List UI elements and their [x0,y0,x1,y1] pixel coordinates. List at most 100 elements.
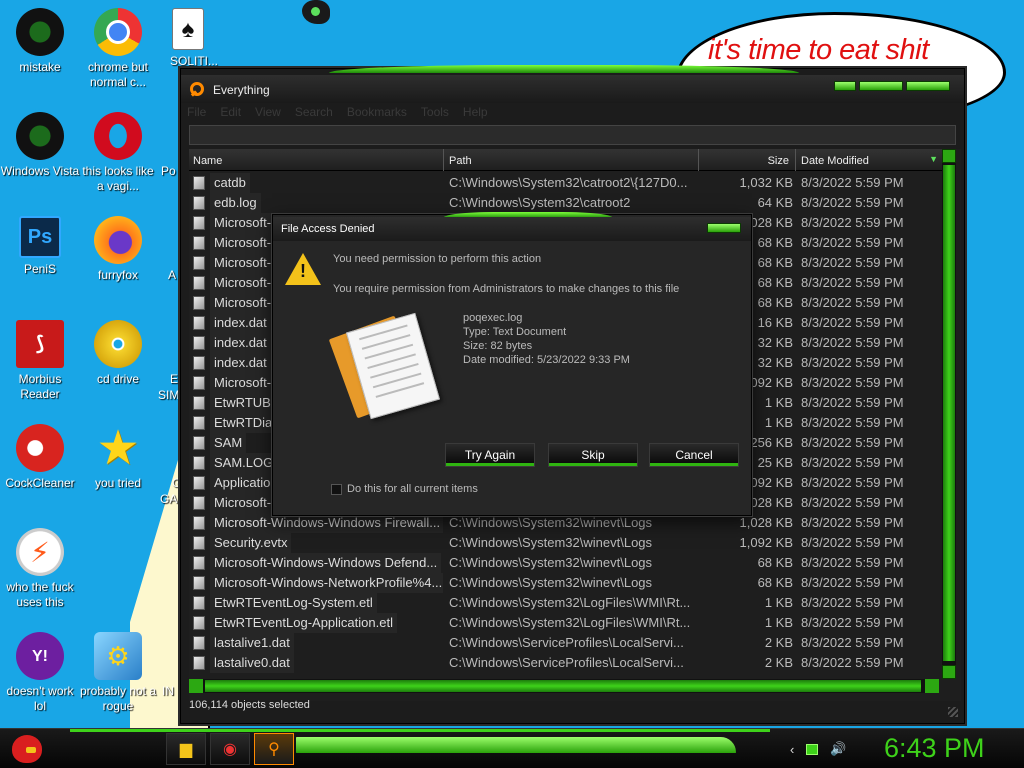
start-button[interactable] [8,731,48,767]
dialog-close-button[interactable] [707,223,741,233]
resize-grip-icon[interactable] [948,707,958,717]
chrome-icon: ◉ [223,741,237,758]
desktop-label-peek[interactable]: SIM [158,388,179,402]
file-icon [193,416,205,430]
menu-view[interactable]: View [255,105,281,121]
menu-search[interactable]: Search [295,105,333,121]
minimize-button[interactable] [834,81,856,91]
desktop-icon-label: furryfox [97,268,138,282]
maximize-button[interactable] [859,81,903,91]
volume-icon[interactable]: 🔊 [830,741,846,757]
table-row[interactable]: EtwRTEventLog-Application.etl C:\Windows\… [189,613,944,633]
table-row[interactable]: edb.log C:\Windows\System32\catroot2 64 KB… [189,193,944,213]
desktop-icon-flash[interactable]: ⚡ who the fuck uses this [0,528,80,610]
vertical-scroll-thumb[interactable] [943,165,955,661]
menu-bookmarks[interactable]: Bookmarks [347,105,407,121]
row-date: 8/3/2022 5:59 PM [801,315,904,330]
checkbox-box[interactable] [331,483,342,495]
taskbar-explorer[interactable]: ▆ [166,733,206,765]
scroll-left-button[interactable] [189,679,203,693]
desktop-icon-label: mistake [19,60,61,74]
row-size: 2 KB [764,635,793,650]
desktop-icon-morbius[interactable]: ⟆ Morbius Reader [0,320,80,402]
desktop-icon-penis[interactable]: Ps PeniS [0,216,80,277]
row-size: 1 KB [764,595,793,610]
desktop-icon-you-tried[interactable]: ★ you tried [78,424,158,491]
search-input[interactable] [189,125,956,145]
desktop-label-peek[interactable]: Po [161,164,176,178]
desktop-label-peek[interactable]: GA [160,492,177,506]
table-row[interactable]: lastalive1.dat C:\Windows\ServiceProfiles… [189,633,944,653]
row-name: index.dat [210,353,271,373]
file-icon [193,536,205,550]
scroll-up-button[interactable] [942,149,956,163]
table-row[interactable]: lastalive0.dat C:\Windows\ServiceProfiles… [189,653,944,673]
desktop-icon-solitaire[interactable]: ♠ SOLITI... [160,8,220,69]
desktop-label-peek[interactable]: E [170,372,178,386]
window-titlebar[interactable]: Everything [181,75,964,103]
menu-file[interactable]: File [187,105,206,121]
table-row[interactable]: catdb C:\Windows\System32\catroot2\{127D0… [189,173,944,193]
desktop-icon-chrome[interactable]: chrome but normal c... [78,8,158,90]
dialog-titlebar[interactable]: File Access Denied [273,217,751,241]
desktop-icon-cockcleaner[interactable]: CockCleaner [0,424,80,491]
desktop-icon-rogue[interactable]: ⚙ probably not a rogue [78,632,158,714]
taskbar-chrome[interactable]: ◉ [210,733,250,765]
table-row[interactable]: Microsoft-Windows-Windows Defend... C:\Wi… [189,553,944,573]
skip-button[interactable]: Skip [548,443,638,467]
network-icon[interactable] [806,743,819,755]
desktop-label-peek[interactable]: IN [162,684,174,698]
try-again-button[interactable]: Try Again [445,443,535,467]
row-name-cell: catdb [193,173,443,193]
column-header-path[interactable]: Path [445,149,699,171]
row-name: EtwRTDia [210,413,277,433]
column-header-name[interactable]: Name [189,149,444,171]
status-bar-text: 106,114 objects selected [189,699,310,711]
row-date: 8/3/2022 5:59 PM [801,615,904,630]
row-name: Microsoft-Windows-Windows Firewall... [210,513,443,533]
desktop-icon-furryfox[interactable]: furryfox [78,216,158,283]
row-path: C:\Windows\System32\winevt\Logs [449,555,653,570]
row-size: 68 KB [757,575,793,590]
taskbar-clock[interactable]: 6:43 PM [884,733,985,764]
close-button[interactable] [906,81,950,91]
row-name: Application [210,473,282,493]
table-row[interactable]: Microsoft-Windows-NetworkProfile%4... C:\… [189,573,944,593]
row-date: 8/3/2022 5:59 PM [801,175,904,190]
taskbar-everything[interactable]: ⚲ [254,733,294,765]
menu-tools[interactable]: Tools [421,105,449,121]
apply-all-checkbox[interactable]: Do this for all current items [331,483,478,495]
tray-chevron-icon[interactable]: ‹ [790,742,794,757]
cancel-button[interactable]: Cancel [649,443,739,467]
file-icon [193,356,205,370]
desktop-icon-opera[interactable]: this looks like a vagi... [78,112,158,194]
row-size: 1,028 KB [739,515,794,530]
row-date: 8/3/2022 5:59 PM [801,495,904,510]
menu-help[interactable]: Help [463,105,488,121]
scroll-right-button[interactable] [925,679,939,693]
table-row[interactable]: EtwRTEventLog-System.etl C:\Windows\Syste… [189,593,944,613]
vertical-scrollbar[interactable] [942,149,956,679]
file-icon [193,376,205,390]
file-access-denied-dialog: File Access Denied ! You need permission… [272,212,752,516]
desktop-icon-windows-vista[interactable]: Windows Vista [0,112,80,179]
menu-edit[interactable]: Edit [220,105,241,121]
desktop-icon-mistake[interactable]: mistake [0,8,80,75]
desktop-icon-label: chrome but normal c... [87,60,149,89]
column-header-size[interactable]: Size [700,149,796,171]
desktop-label-peek[interactable]: A [168,268,176,282]
scroll-down-button[interactable] [942,665,956,679]
column-header-date[interactable]: Date Modified ▼ [797,149,944,171]
file-icon [193,616,205,630]
horizontal-scroll-thumb[interactable] [205,680,921,692]
row-path: C:\Windows\System32\LogFiles\WMI\Rt... [449,615,691,630]
row-path: C:\Windows\System32\catroot2 [449,195,631,210]
table-row[interactable]: Microsoft-Windows-Windows Firewall... C:\… [189,513,944,533]
horizontal-scrollbar[interactable] [189,679,939,693]
desktop-icon-cd-drive[interactable]: cd drive [78,320,158,387]
desktop-icon-yahoo[interactable]: Y! doesn't work lol [0,632,80,714]
row-path: C:\Windows\System32\winevt\Logs [449,515,653,530]
dialog-message-secondary: You require permission from Administrato… [333,283,680,295]
file-icon [193,516,205,530]
table-row[interactable]: Security.evtx C:\Windows\System32\winevt\… [189,533,944,553]
